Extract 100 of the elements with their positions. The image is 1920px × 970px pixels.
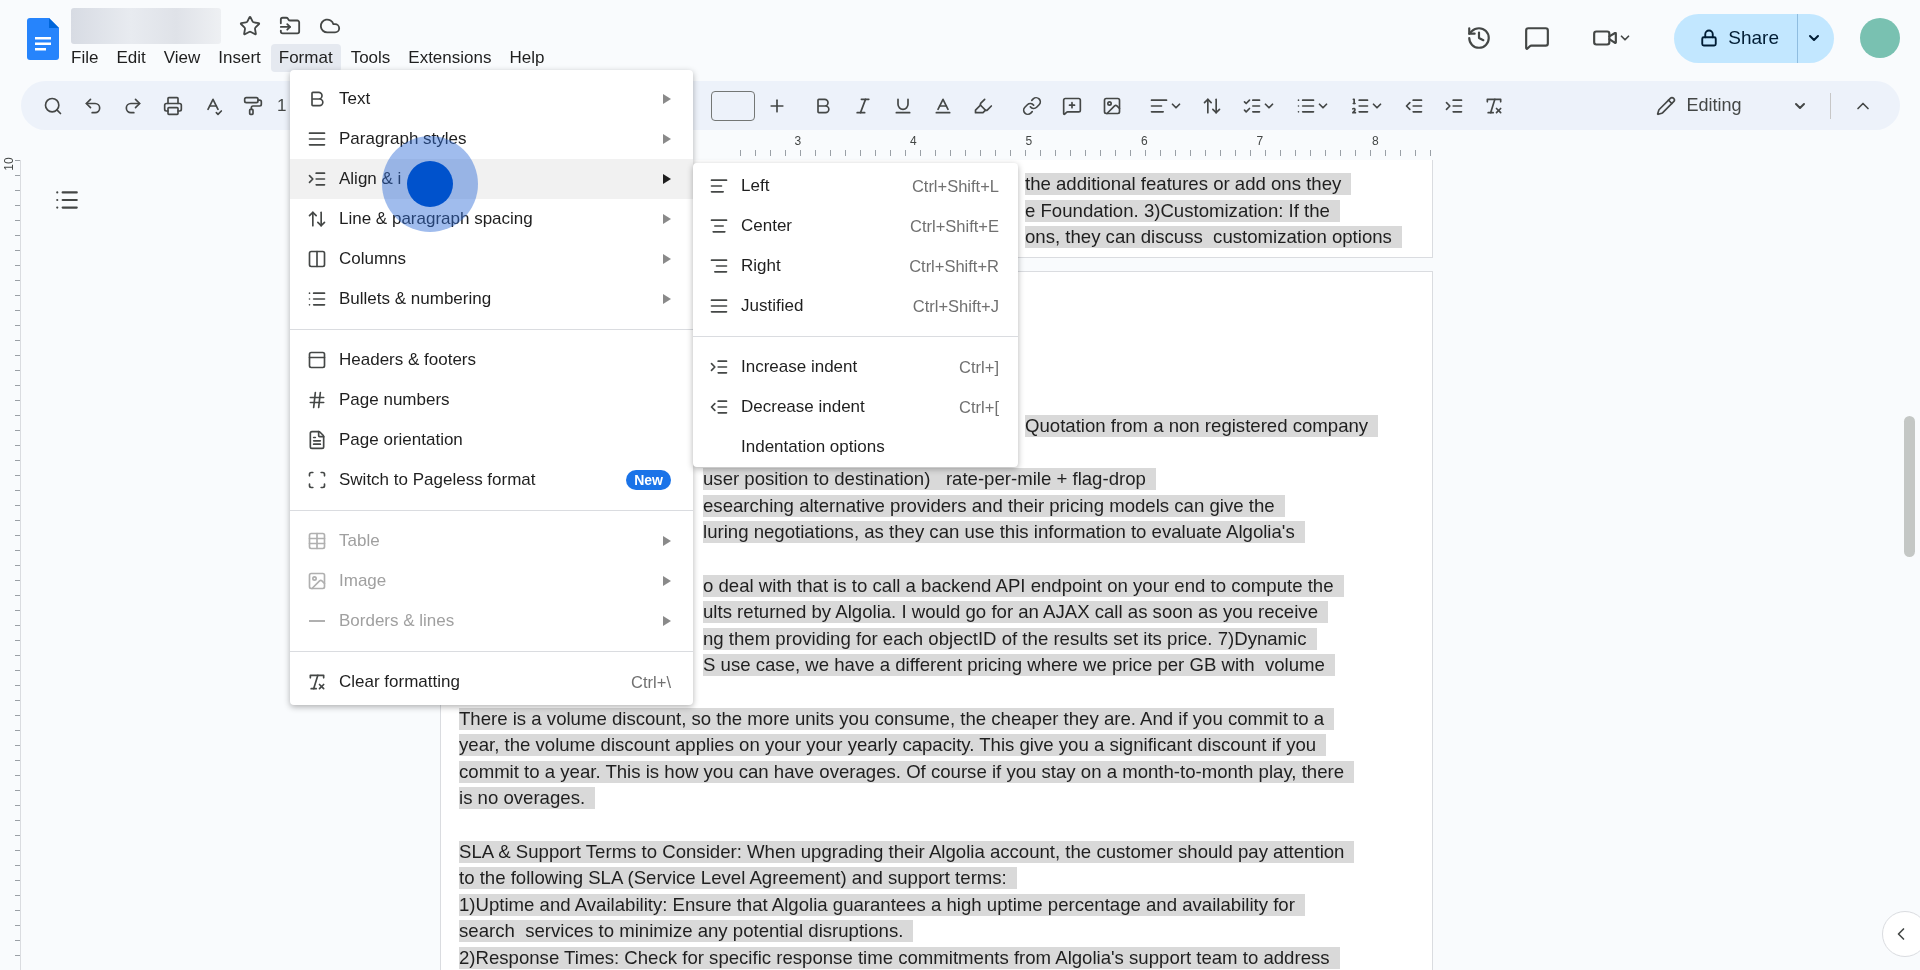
document-text: esearching alternative providers and their pricing models can give the <box>703 494 1285 517</box>
document-text: ons, they can discuss customization options <box>1025 226 1402 249</box>
menu-item[interactable]: Edit <box>108 44 154 72</box>
menu-item[interactable]: File <box>63 44 107 72</box>
document-text: There is a volume discount, so the more units you consume, the cheaper they are. And if you commit to a <box>459 707 1335 730</box>
submenu-arrow-icon <box>663 94 671 104</box>
pencil-icon <box>1656 95 1677 116</box>
shortcut-text: Ctrl+\ <box>631 672 671 692</box>
menu-item[interactable]: Line & paragraph spacing <box>290 199 693 239</box>
submenu-arrow-icon <box>663 254 671 264</box>
align-right-icon <box>709 256 729 276</box>
line-spacing-icon <box>307 209 327 229</box>
paragraph-lines-icon <box>307 129 327 149</box>
submenu-arrow-icon <box>663 174 671 184</box>
decrease-indent-icon <box>709 397 729 417</box>
menu-item[interactable]: Indentation options <box>693 427 1018 467</box>
menu-item[interactable]: Insert <box>210 44 269 72</box>
menu-item[interactable]: View <box>155 44 209 72</box>
dashed-frame-icon <box>307 470 327 490</box>
scrollbar-thumb[interactable] <box>1904 416 1915 557</box>
ruler-number: 10 <box>2 157 17 171</box>
increase-indent-icon <box>709 357 729 377</box>
document-text: is no overages. <box>459 787 596 810</box>
menu-item[interactable]: Justified Ctrl+Shift+J <box>693 286 1018 326</box>
folder-icon[interactable] <box>279 15 301 37</box>
clear-formatting-icon <box>307 672 327 692</box>
document-text: Quotation from a non registered company <box>1025 415 1379 438</box>
menu-item[interactable]: Paragraph styles <box>290 119 693 159</box>
shortcut-text: Ctrl+Shift+R <box>909 256 999 276</box>
align-center-icon <box>709 216 729 236</box>
document-text: to the following SLA (Service Level Agreement) and support terms: <box>459 867 1017 890</box>
undo-icon <box>83 95 103 116</box>
document-text: the additional features or add ons they <box>1025 173 1352 196</box>
editing-mode-button[interactable]: Editing <box>1646 87 1818 124</box>
menu-item[interactable]: Extensions <box>400 44 500 72</box>
document-text: search services to minimize any potential disruptions. <box>459 920 914 943</box>
insert-image-icon <box>1102 95 1123 116</box>
submenu-arrow-icon <box>663 576 671 586</box>
document-text: ults returned by Algolia. I would go for an AJAX call as soon as you receive <box>703 601 1328 624</box>
submenu-arrow-icon <box>663 214 671 224</box>
menu-item[interactable]: Increase indent Ctrl+] <box>693 347 1018 387</box>
print-icon <box>163 95 183 116</box>
menu-item[interactable]: Headers & footers <box>290 340 693 380</box>
document-text: 2)Response Times: Check for specific response time commitments from Algolia's support team to address <box>459 946 1340 969</box>
indent-icon <box>307 169 327 189</box>
ruler[interactable]: 3 4 5 6 7 8 <box>740 134 1433 156</box>
menu-item[interactable]: Page numbers <box>290 380 693 420</box>
zoom-value[interactable]: 1 <box>277 95 287 116</box>
add-comment-icon <box>1062 95 1083 116</box>
align-justify-icon <box>709 296 729 316</box>
menu-item[interactable]: Bullets & numbering <box>290 279 693 319</box>
lock-icon <box>1700 29 1719 47</box>
document-text: 1)Uptime and Availability: Ensure that Algolia guarantees a high uptime percentage and availability for <box>459 893 1305 916</box>
bulleted-list-icon <box>307 289 327 309</box>
document-text: user position to destination) rate-per-mile + flag-drop <box>703 468 1156 491</box>
menu-item[interactable]: Tools <box>342 44 399 72</box>
share-button[interactable]: Share <box>1674 13 1834 63</box>
submenu-arrow-icon <box>663 134 671 144</box>
header-footer-icon <box>307 350 327 370</box>
table-icon <box>307 531 327 551</box>
history-icon[interactable] <box>1466 25 1493 51</box>
shortcut-text: Ctrl+Shift+J <box>912 296 999 316</box>
menu-item[interactable]: Clear formatting Ctrl+\ <box>290 662 693 702</box>
image-icon <box>307 571 327 591</box>
document-text: year, the volume discount applies on your your yearly capacity. This give you a significant discount if you <box>459 734 1327 757</box>
link-icon <box>1022 95 1043 116</box>
menu-item[interactable]: Page orientation <box>290 420 693 460</box>
menu-item[interactable]: Left Ctrl+Shift+L <box>693 166 1018 206</box>
submenu-arrow-icon <box>663 536 671 546</box>
shortcut-text: Ctrl+Shift+E <box>910 216 999 236</box>
comment-icon[interactable] <box>1524 25 1551 51</box>
submenu-arrow-icon <box>663 616 671 626</box>
ruler-number: 5 <box>1024 134 1034 148</box>
document-text: S use case, we have a different pricing where we price per GB with volume <box>703 654 1335 677</box>
search-icon <box>43 95 63 116</box>
shortcut-text: Ctrl+Shift+L <box>911 176 999 196</box>
menu-item[interactable]: Help <box>501 44 553 72</box>
menu-item[interactable]: Text <box>290 79 693 119</box>
redo-icon <box>123 95 143 116</box>
ruler-number: 4 <box>908 134 918 148</box>
menu-item[interactable]: Right Ctrl+Shift+R <box>693 246 1018 286</box>
menu-item[interactable]: Align & i <box>290 159 693 199</box>
document-text: ng them providing for each objectID of the results set its price. 7)Dynamic <box>703 627 1317 650</box>
menu-item[interactable]: Format <box>270 44 341 72</box>
side-panel-toggle-button[interactable] <box>1882 911 1920 957</box>
star-icon[interactable] <box>239 15 261 37</box>
menu-item[interactable]: Decrease indent Ctrl+[ <box>693 387 1018 427</box>
document-text: o deal with that is to call a backend API endpoint on your end to compute the <box>703 574 1344 597</box>
document-text: SLA & Support Terms to Consider: When upgrading their Algolia account, the customer should pay attention <box>459 840 1355 863</box>
menu-item[interactable]: Center Ctrl+Shift+E <box>693 206 1018 246</box>
document-text: e Foundation. 3)Customization: If the <box>1025 199 1340 222</box>
new-badge: New <box>626 470 671 490</box>
menu-item[interactable]: Switch to Pageless format New <box>290 460 693 500</box>
submenu-arrow-icon <box>663 294 671 304</box>
document-text: luring negotiations, as they can use this information to evaluate Algolia's <box>703 521 1305 544</box>
docs-logo-icon <box>27 18 59 60</box>
menu-item[interactable]: Columns <box>290 239 693 279</box>
font-size-field[interactable] <box>711 90 756 121</box>
line-icon <box>309 620 325 622</box>
shortcut-text: Ctrl+[ <box>959 397 999 417</box>
